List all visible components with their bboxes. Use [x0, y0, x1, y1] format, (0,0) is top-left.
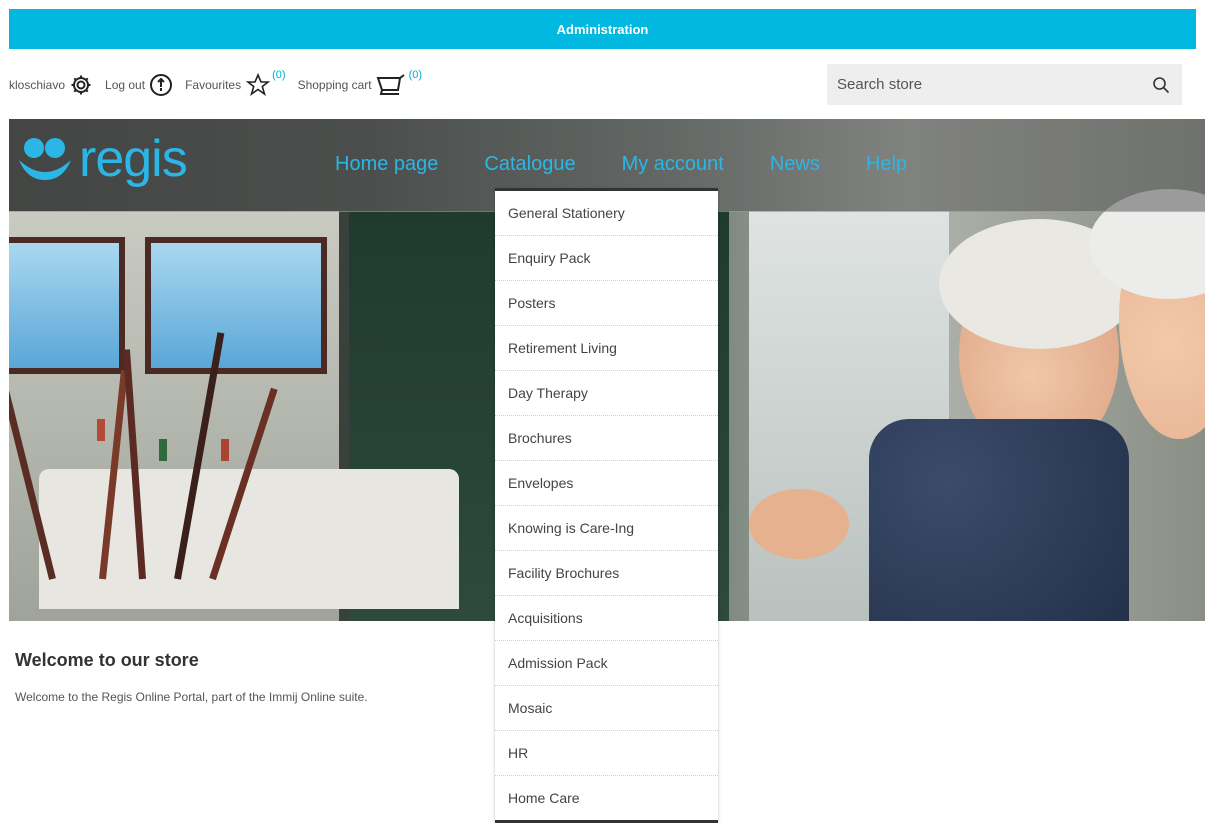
- cart-icon[interactable]: [376, 73, 408, 97]
- nav-help[interactable]: Help: [866, 153, 907, 176]
- cart-count: (0): [408, 69, 423, 81]
- user-account-link[interactable]: kloschiavo: [9, 73, 93, 97]
- main-menu: Home page Catalogue My account News Help: [335, 153, 953, 176]
- catalogue-item-facility-brochures[interactable]: Facility Brochures: [495, 551, 718, 596]
- catalogue-item-hr[interactable]: HR: [495, 731, 718, 776]
- search-box: [827, 63, 1182, 106]
- catalogue-item-knowing-is-care-ing[interactable]: Knowing is Care-Ing: [495, 506, 718, 551]
- brush-jar: [39, 469, 459, 609]
- regis-logo[interactable]: regis: [17, 130, 188, 188]
- gear-icon[interactable]: [69, 73, 93, 97]
- logout-link[interactable]: Log out: [105, 73, 173, 97]
- catalogue-item-day-therapy[interactable]: Day Therapy: [495, 371, 718, 416]
- woman-hand: [749, 489, 849, 559]
- search-input[interactable]: [827, 63, 1140, 106]
- paint-brush-tip: [221, 439, 229, 461]
- paint-brush-tip: [159, 439, 167, 461]
- shopping-cart-link[interactable]: Shopping cart (0): [298, 69, 422, 97]
- catalogue-item-mosaic[interactable]: Mosaic: [495, 686, 718, 731]
- catalogue-item-enquiry-pack[interactable]: Enquiry Pack: [495, 236, 718, 281]
- catalogue-dropdown: General Stationery Enquiry Pack Posters …: [495, 188, 718, 823]
- favourites-label[interactable]: Favourites: [185, 78, 241, 92]
- nav-catalogue[interactable]: Catalogue: [484, 153, 575, 176]
- window-left: [9, 237, 125, 374]
- regis-logo-icon: [19, 138, 71, 180]
- catalogue-item-brochures[interactable]: Brochures: [495, 416, 718, 461]
- catalogue-item-posters[interactable]: Posters: [495, 281, 718, 326]
- administration-link[interactable]: Administration: [557, 22, 649, 37]
- search-button[interactable]: [1140, 64, 1182, 105]
- favourites-link[interactable]: Favourites (0): [185, 69, 286, 97]
- welcome-title: Welcome to our store: [15, 650, 199, 670]
- username-label[interactable]: kloschiavo: [9, 78, 65, 92]
- nav-home-page[interactable]: Home page: [335, 153, 438, 176]
- catalogue-item-admission-pack[interactable]: Admission Pack: [495, 641, 718, 686]
- favourites-count: (0): [272, 69, 286, 81]
- welcome-text: Welcome to the Regis Online Portal, part…: [15, 690, 368, 704]
- nav-my-account[interactable]: My account: [622, 153, 724, 176]
- nav-news[interactable]: News: [770, 153, 820, 176]
- logout-icon[interactable]: [149, 73, 173, 97]
- regis-logo-text: regis: [79, 130, 188, 188]
- catalogue-item-envelopes[interactable]: Envelopes: [495, 461, 718, 506]
- woman-cardigan: [869, 419, 1129, 621]
- administration-bar[interactable]: Administration: [9, 9, 1196, 49]
- catalogue-item-retirement-living[interactable]: Retirement Living: [495, 326, 718, 371]
- cart-label[interactable]: Shopping cart: [298, 78, 372, 92]
- catalogue-item-general-stationery[interactable]: General Stationery: [495, 191, 718, 236]
- paint-brush-tip: [97, 419, 105, 441]
- catalogue-item-home-care[interactable]: Home Care: [495, 776, 718, 820]
- header-links: kloschiavo Log out Favourites (0) Shoppi…: [9, 65, 434, 105]
- star-icon[interactable]: [245, 73, 271, 97]
- search-icon: [1153, 76, 1170, 93]
- catalogue-item-acquisitions[interactable]: Acquisitions: [495, 596, 718, 641]
- logout-label[interactable]: Log out: [105, 78, 145, 92]
- window-middle: [145, 237, 327, 374]
